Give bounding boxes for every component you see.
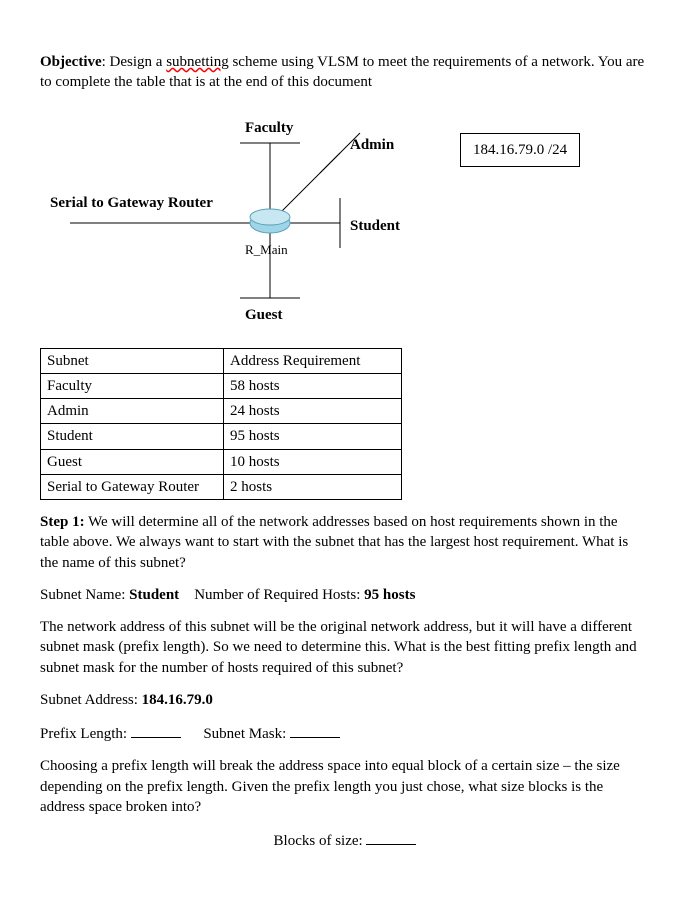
diagram-label-admin: Admin	[350, 135, 394, 155]
prefix-length-label: Prefix Length:	[40, 726, 131, 742]
objective-paragraph: Objective: Design a subnetting scheme us…	[40, 52, 650, 93]
table-row: Admin 24 hosts	[41, 399, 402, 424]
table-row: Guest 10 hosts	[41, 449, 402, 474]
step1-text: We will determine all of the network add…	[40, 514, 628, 571]
subnet-mask-label: Subnet Mask:	[203, 726, 290, 742]
table-cell-subnet: Serial to Gateway Router	[41, 474, 224, 499]
network-diagram: Faculty Admin Serial to Gateway Router S…	[40, 113, 650, 333]
prefix-mask-line: Prefix Length: Subnet Mask:	[40, 722, 650, 744]
objective-squiggly-word: subnetting	[166, 54, 229, 70]
table-row: Serial to Gateway Router 2 hosts	[41, 474, 402, 499]
diagram-ip-box: 184.16.79.0 /24	[460, 133, 580, 167]
blocks-label: Blocks of size:	[274, 833, 367, 849]
num-hosts-label: Number of Required Hosts:	[179, 587, 364, 603]
subnet-name-value: Student	[129, 587, 179, 603]
subnet-name-label: Subnet Name:	[40, 587, 129, 603]
table-row: Student 95 hosts	[41, 424, 402, 449]
subnet-address-label: Subnet Address:	[40, 692, 142, 708]
prefix-length-blank[interactable]	[131, 722, 181, 738]
diagram-router-name: R_Main	[245, 241, 288, 259]
paragraph-3: Choosing a prefix length will break the …	[40, 756, 650, 817]
diagram-label-student: Student	[350, 216, 400, 236]
diagram-label-faculty: Faculty	[245, 118, 293, 138]
table-header-row: Subnet Address Requirement	[41, 348, 402, 373]
table-cell-req: 10 hosts	[224, 449, 402, 474]
blocks-blank[interactable]	[366, 829, 416, 845]
paragraph-2: The network address of this subnet will …	[40, 617, 650, 678]
step1-paragraph: Step 1: We will determine all of the net…	[40, 512, 650, 573]
table-cell-req: 24 hosts	[224, 399, 402, 424]
table-cell-subnet: Admin	[41, 399, 224, 424]
table-cell-subnet: Student	[41, 424, 224, 449]
num-hosts-value: 95 hosts	[364, 587, 415, 603]
subnet-address-line: Subnet Address: 184.16.79.0	[40, 690, 650, 710]
diagram-label-guest: Guest	[245, 305, 283, 325]
table-cell-subnet: Guest	[41, 449, 224, 474]
table-row: Faculty 58 hosts	[41, 373, 402, 398]
table-header-subnet: Subnet	[41, 348, 224, 373]
subnet-mask-blank[interactable]	[290, 722, 340, 738]
table-header-req: Address Requirement	[224, 348, 402, 373]
requirements-table: Subnet Address Requirement Faculty 58 ho…	[40, 348, 402, 501]
table-cell-req: 95 hosts	[224, 424, 402, 449]
objective-label: Objective	[40, 54, 102, 70]
answers-line: Subnet Name: Student Number of Required …	[40, 585, 650, 605]
blocks-line: Blocks of size:	[40, 829, 650, 851]
table-cell-req: 2 hosts	[224, 474, 402, 499]
table-cell-req: 58 hosts	[224, 373, 402, 398]
subnet-address-value: 184.16.79.0	[142, 692, 213, 708]
diagram-label-serial: Serial to Gateway Router	[50, 193, 213, 213]
objective-text-before: : Design a	[102, 54, 167, 70]
table-cell-subnet: Faculty	[41, 373, 224, 398]
step1-label: Step 1:	[40, 514, 85, 530]
